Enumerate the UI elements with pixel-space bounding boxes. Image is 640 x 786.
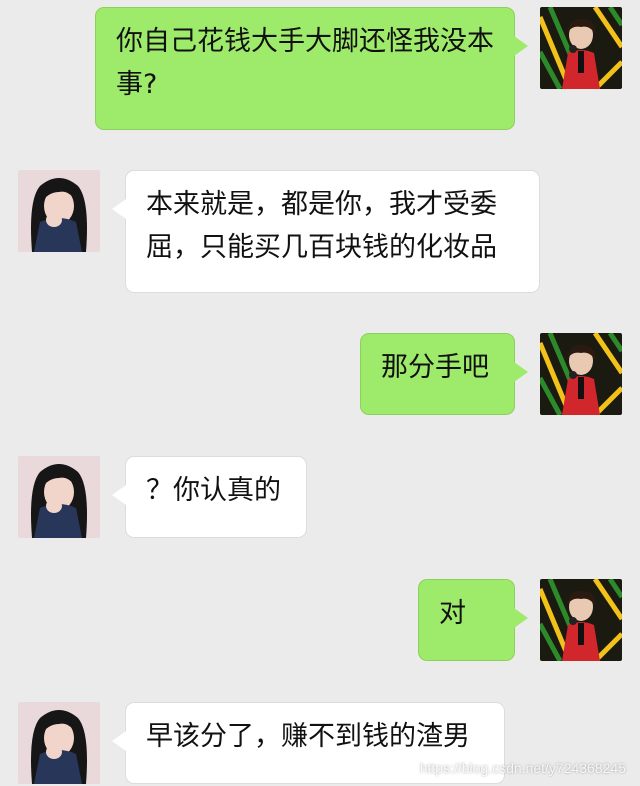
message-text: 早该分了，赚不到钱的渣男 [146, 721, 470, 752]
watermark: https://blog.csdn.net/y724368245 [419, 760, 626, 776]
bubble-tail [112, 485, 126, 505]
chat-area: 你自己花钱大手大脚还怪我没本事? 本来就是，都是你，我才受委屈，只能买几百块钱的… [0, 0, 640, 786]
message-bubble-outgoing[interactable]: 那分手吧 [360, 333, 528, 415]
message-text: 那分手吧 [381, 352, 489, 383]
bubble-tail [514, 36, 528, 56]
female-avatar[interactable] [18, 702, 100, 784]
bubble-tail [514, 608, 528, 628]
message-bubble-incoming[interactable]: 本来就是，都是你，我才受委屈，只能买几百块钱的化妆品 [112, 170, 540, 293]
message-bubble-outgoing[interactable]: 对 [418, 579, 528, 661]
male-avatar[interactable] [540, 333, 622, 415]
message-bubble-incoming[interactable]: ？你认真的 [112, 456, 307, 538]
bubble-tail [112, 199, 126, 219]
male-avatar[interactable] [540, 7, 622, 89]
bubble-tail [112, 731, 126, 751]
female-avatar[interactable] [18, 170, 100, 252]
male-avatar[interactable] [540, 579, 622, 661]
message-text: ？你认真的 [146, 475, 281, 506]
bubble-tail [514, 362, 528, 382]
female-avatar[interactable] [18, 456, 100, 538]
message-bubble-outgoing[interactable]: 你自己花钱大手大脚还怪我没本事? [95, 7, 528, 130]
message-text: 对 [439, 598, 466, 629]
message-text: 你自己花钱大手大脚还怪我没本事? [116, 26, 494, 100]
message-text: 本来就是，都是你，我才受委屈，只能买几百块钱的化妆品 [146, 189, 497, 263]
